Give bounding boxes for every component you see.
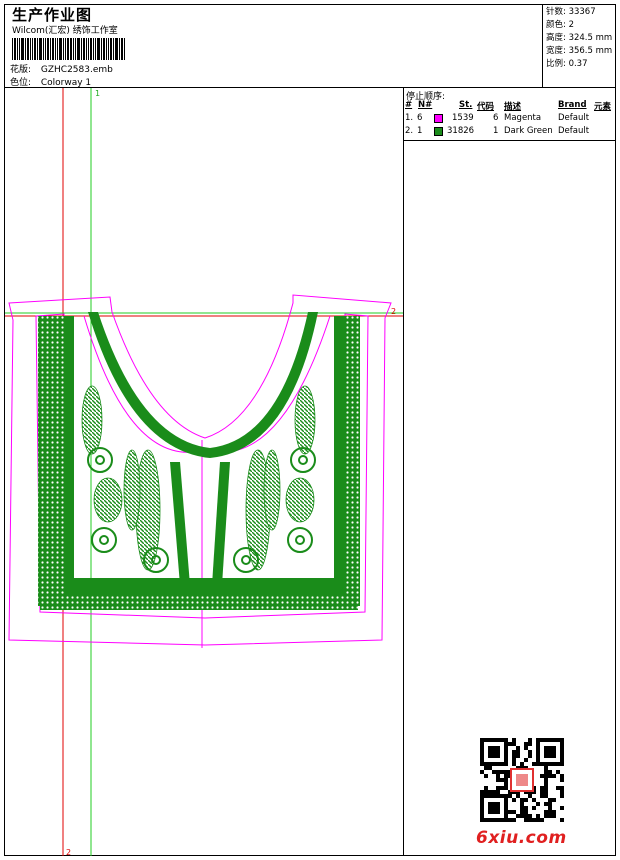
watermark: 6xiu.com xyxy=(476,828,567,848)
neckline-left xyxy=(88,312,210,458)
slit-right xyxy=(212,462,230,585)
slit-left xyxy=(170,462,190,585)
guide-label: 1 xyxy=(95,89,100,98)
guide-label: 2 xyxy=(66,848,71,857)
guide-label: 2 xyxy=(391,307,396,316)
border-left xyxy=(38,316,64,606)
qr-logo-icon xyxy=(510,768,534,792)
fern-motifs xyxy=(81,385,316,571)
embroidery-preview: 1 2 2 xyxy=(5,88,403,857)
